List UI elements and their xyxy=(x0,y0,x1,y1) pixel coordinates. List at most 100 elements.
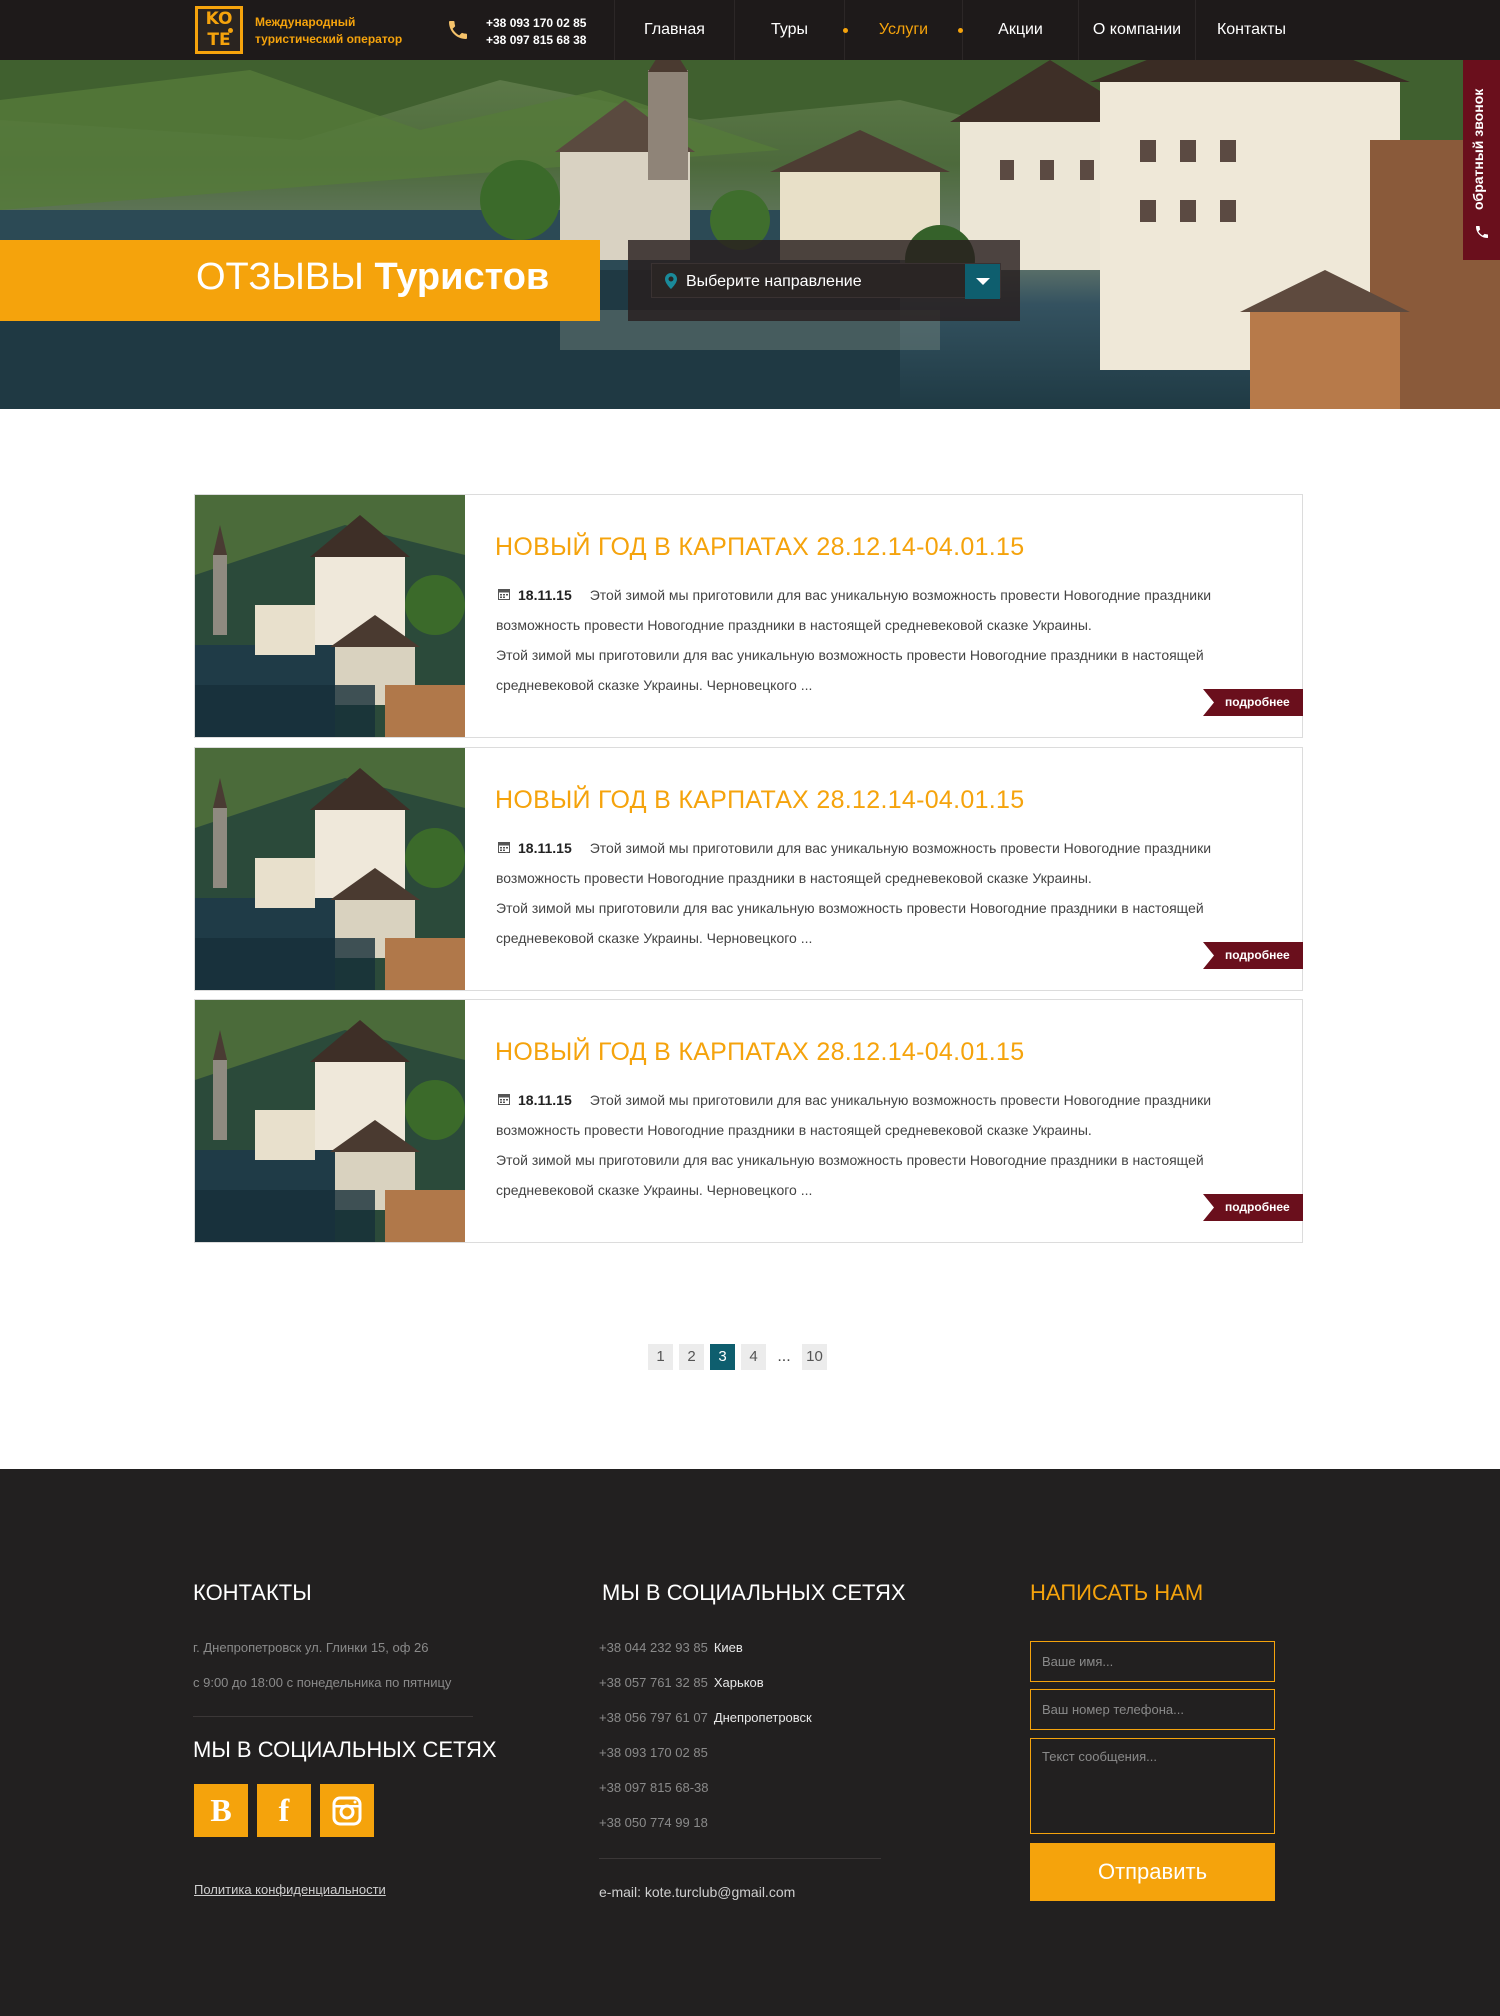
footer-email[interactable]: e-mail: kote.turclub@gmail.com xyxy=(599,1884,795,1900)
nav-promos-label: Акции xyxy=(998,21,1043,38)
nav-about[interactable]: О компании xyxy=(1078,0,1195,60)
write-us-heading: НАПИСАТЬ НАМ xyxy=(1030,1580,1204,1605)
callback-label: обратный звонок xyxy=(1470,88,1486,210)
footer-divider xyxy=(599,1858,881,1859)
footer-phone-row: +38 097 815 68-38 xyxy=(599,1780,709,1795)
map-pin-icon xyxy=(665,273,677,289)
logo-letters-top: KO xyxy=(205,9,233,29)
send-button[interactable]: Отправить xyxy=(1030,1843,1275,1901)
page-link-current[interactable]: 3 xyxy=(710,1344,735,1370)
footer-phone[interactable]: +38 057 761 32 85 xyxy=(599,1675,708,1690)
nav-services-label: Услуги xyxy=(878,21,929,38)
news-thumbnail-image xyxy=(195,495,465,737)
nav-promos[interactable]: Акции xyxy=(962,0,1078,60)
footer-divider xyxy=(193,1716,473,1717)
footer-phone-row: +38 050 774 99 18 xyxy=(599,1815,708,1830)
tagline-line-2: туристический оператор xyxy=(255,32,403,46)
destination-select[interactable]: Выберите направление xyxy=(651,263,1001,299)
footer-phone[interactable]: +38 093 170 02 85 xyxy=(599,1745,708,1760)
tagline-line-1: Международный xyxy=(255,15,356,29)
footer-city: Киев xyxy=(713,1640,743,1655)
news-card: НОВЫЙ ГОД В КАРПАТАХ 28.12.14-04.01.15 1… xyxy=(194,494,1303,738)
news-text-body: Этой зимой мы приготовили для вас уникал… xyxy=(496,647,1204,693)
news-thumbnail[interactable] xyxy=(195,1000,465,1242)
page-link[interactable]: 2 xyxy=(679,1344,704,1370)
facebook-letter: f xyxy=(278,1792,290,1828)
hero-banner xyxy=(0,60,1500,409)
news-excerpt: 18.11.15 Этой зимой мы приготовили для ва… xyxy=(496,833,1276,953)
chevron-down-icon[interactable] xyxy=(965,264,1000,299)
name-field[interactable] xyxy=(1030,1641,1275,1682)
vk-icon[interactable]: В xyxy=(194,1784,248,1837)
phone-field[interactable] xyxy=(1030,1689,1275,1730)
page-link-last[interactable]: 10 xyxy=(802,1344,827,1370)
news-excerpt: 18.11.15 Этой зимой мы приготовили для ва… xyxy=(496,580,1276,700)
facebook-icon[interactable]: f xyxy=(257,1784,311,1837)
page-title-bold: Туристов xyxy=(374,256,550,298)
news-card: НОВЫЙ ГОД В КАРПАТАХ 28.12.14-04.01.15 1… xyxy=(194,999,1303,1243)
instagram-glyph xyxy=(332,1796,362,1825)
header-phone-2[interactable]: +38 097 815 68 38 xyxy=(486,32,586,49)
nav-active-dot-left xyxy=(843,28,848,33)
footer-phone-row: +38 057 761 32 85 Харьков xyxy=(599,1675,764,1690)
message-field[interactable] xyxy=(1030,1738,1275,1834)
logo-letters-bottom: TE xyxy=(207,30,231,50)
nav-tours[interactable]: Туры xyxy=(734,0,844,60)
footer-phone[interactable]: +38 050 774 99 18 xyxy=(599,1815,708,1830)
footer-phone-row: +38 044 232 93 85 Киев xyxy=(599,1640,743,1655)
news-card: НОВЫЙ ГОД В КАРПАТАХ 28.12.14-04.01.15 1… xyxy=(194,747,1303,991)
footer-phone-row: +38 093 170 02 85 xyxy=(599,1745,708,1760)
footer-contacts-heading: КОНТАКТЫ xyxy=(193,1580,312,1605)
news-text-lead: Этой зимой мы приготовили для вас уникал… xyxy=(496,1092,1212,1138)
footer-phone[interactable]: +38 056 797 61 07 xyxy=(599,1710,708,1725)
news-text-body: Этой зимой мы приготовили для вас уникал… xyxy=(496,1152,1204,1198)
news-excerpt: 18.11.15 Этой зимой мы приготовили для ва… xyxy=(496,1085,1276,1205)
news-text-lead: Этой зимой мы приготовили для вас уникал… xyxy=(496,840,1212,886)
phone-icon xyxy=(449,21,467,39)
phone-icon xyxy=(1476,226,1488,238)
news-date: 18.11.15 xyxy=(518,840,572,856)
page-title-light: ОТЗЫВЫ xyxy=(196,256,364,298)
footer-phone[interactable]: +38 044 232 93 85 xyxy=(599,1640,708,1655)
privacy-policy-link[interactable]: Политика конфиденциальности xyxy=(194,1882,386,1897)
news-date: 18.11.15 xyxy=(518,1092,572,1108)
more-button[interactable]: подробнее xyxy=(1203,689,1303,716)
top-bar: KO TE Международный туристический операт… xyxy=(0,0,1500,60)
footer-city: Днепропетровск xyxy=(713,1710,812,1725)
hero-landscape-image xyxy=(0,60,1500,409)
nav-active-dot-right xyxy=(958,28,963,33)
destination-placeholder: Выберите направление xyxy=(686,273,862,290)
news-text-body: Этой зимой мы приготовили для вас уникал… xyxy=(496,900,1204,946)
news-title[interactable]: НОВЫЙ ГОД В КАРПАТАХ 28.12.14-04.01.15 xyxy=(495,533,1024,562)
instagram-icon[interactable] xyxy=(320,1784,374,1837)
footer-phone[interactable]: +38 097 815 68-38 xyxy=(599,1780,709,1795)
news-text-lead: Этой зимой мы приготовили для вас уникал… xyxy=(496,587,1212,633)
header-phones: +38 093 170 02 85 +38 097 815 68 38 xyxy=(486,15,586,49)
news-thumbnail[interactable] xyxy=(195,748,465,990)
logo[interactable]: KO TE xyxy=(195,6,243,54)
pagination: 1 2 3 4 ... 10 xyxy=(648,1344,827,1370)
footer-city: Харьков xyxy=(713,1675,764,1690)
news-thumbnail-image xyxy=(195,748,465,990)
more-button[interactable]: подробнее xyxy=(1203,942,1303,969)
header-phone-1[interactable]: +38 093 170 02 85 xyxy=(486,15,586,32)
news-title[interactable]: НОВЫЙ ГОД В КАРПАТАХ 28.12.14-04.01.15 xyxy=(495,1038,1024,1067)
footer-social-heading-mid: МЫ В СОЦИАЛЬНЫХ СЕТЯХ xyxy=(602,1580,906,1605)
page-link[interactable]: 4 xyxy=(741,1344,766,1370)
news-title[interactable]: НОВЫЙ ГОД В КАРПАТАХ 28.12.14-04.01.15 xyxy=(495,786,1024,815)
nav-contacts[interactable]: Контакты xyxy=(1195,0,1307,60)
footer-social-heading: МЫ В СОЦИАЛЬНЫХ СЕТЯХ xyxy=(193,1737,497,1762)
nav-dot-left xyxy=(228,28,233,33)
footer-address: г. Днепропетровск ул. Глинки 15, оф 26 xyxy=(193,1640,429,1655)
page-ellipsis: ... xyxy=(777,1348,791,1365)
footer-hours: с 9:00 до 18:00 с понедельника по пятниц… xyxy=(193,1675,452,1690)
footer-phone-row: +38 056 797 61 07 Днепропетровск xyxy=(599,1710,812,1725)
more-button[interactable]: подробнее xyxy=(1203,1194,1303,1221)
news-thumbnail[interactable] xyxy=(195,495,465,737)
nav-home[interactable]: Главная xyxy=(614,0,734,60)
news-date: 18.11.15 xyxy=(518,587,572,603)
nav-services[interactable]: Услуги xyxy=(228,0,962,60)
page-title: ОТЗЫВЫ Туристов xyxy=(196,256,549,299)
vk-letter: В xyxy=(210,1792,232,1828)
page-link[interactable]: 1 xyxy=(648,1344,673,1370)
